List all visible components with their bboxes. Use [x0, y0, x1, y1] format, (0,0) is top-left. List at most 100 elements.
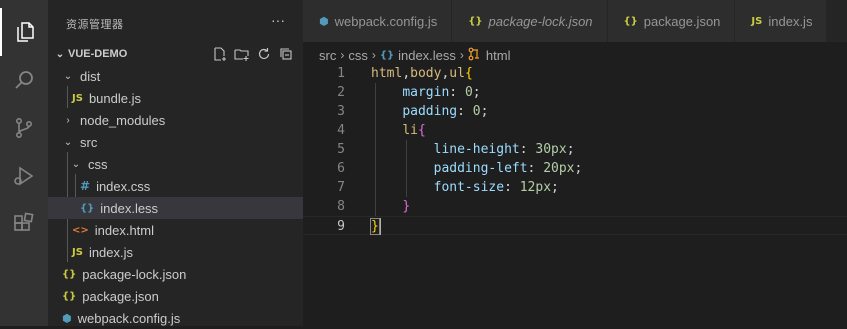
project-name: VUE-DEMO: [68, 48, 128, 60]
tree-item-src[interactable]: ⌄ src: [48, 131, 317, 153]
new-folder-icon[interactable]: [233, 45, 251, 63]
activity-bar: [0, 0, 48, 326]
tree-item-label: src: [80, 134, 98, 150]
breadcrumb-item[interactable]: html: [486, 48, 511, 63]
code-token: 0: [472, 104, 481, 119]
tree-item-label: index.html: [94, 222, 155, 238]
code-text: margin: 0;: [371, 83, 481, 102]
tab-package-json[interactable]: {} package.json: [607, 0, 736, 42]
code-line[interactable]: 8 }: [303, 197, 847, 216]
js-file-icon: JS: [751, 15, 763, 27]
code-text: font-size: 12px;: [371, 178, 559, 197]
tree-item-index-js[interactable]: JS index.js: [48, 241, 327, 263]
tree-item-label: webpack.config.js: [77, 310, 181, 326]
code-line[interactable]: 5 line-height: 30px;: [303, 140, 847, 159]
code-line[interactable]: 9}: [303, 216, 847, 235]
json-file-icon: {}: [62, 290, 77, 302]
code-token: }: [402, 199, 411, 214]
refresh-icon[interactable]: [255, 45, 273, 63]
code-token: :: [504, 180, 520, 195]
line-number: 1: [337, 66, 345, 81]
tree-item-label: package-lock.json: [82, 266, 187, 282]
code-line[interactable]: 7 font-size: 12px;: [303, 178, 847, 197]
project-header[interactable]: ⌄ VUE-DEMO: [48, 43, 303, 65]
tree-item-index-less[interactable]: {} index.less: [48, 197, 335, 219]
less-file-icon: {}: [80, 202, 95, 214]
tree-item-label: node_modules: [80, 112, 166, 128]
project-actions: [211, 43, 295, 65]
tab-webpack-config-js[interactable]: ⬢ webpack.config.js: [303, 0, 453, 42]
tab-label: index.js: [768, 13, 813, 29]
json-file-icon: {}: [468, 15, 483, 27]
explorer-sidebar: 资源管理器 ··· ⌄ VUE-DEMO ⌄ dist JS bundle.js: [48, 0, 335, 326]
tree-item-label: bundle.js: [88, 90, 141, 106]
code-token: margin: [402, 85, 450, 100]
code-token: padding-left: [433, 161, 528, 176]
tab-label: package.json: [643, 13, 721, 29]
indent-guide: [375, 83, 376, 216]
code-text: li{: [371, 121, 425, 140]
code-token: ;: [574, 161, 583, 176]
code-text: }: [370, 217, 381, 236]
more-actions-icon[interactable]: ···: [271, 12, 285, 28]
code-line[interactable]: 4 li{: [303, 121, 847, 140]
breadcrumb-item[interactable]: src: [319, 48, 336, 63]
tree-item-index-html[interactable]: <> index.html: [48, 219, 327, 241]
chevron-right-icon: ›: [371, 48, 376, 62]
tree-item-dist[interactable]: ⌄ dist: [48, 65, 317, 87]
code-token: html: [371, 66, 403, 81]
code-token: {: [464, 66, 473, 81]
tree-item-css[interactable]: ⌄ css: [48, 153, 325, 175]
code-token: ul: [449, 66, 465, 81]
html-file-icon: <>: [72, 224, 89, 236]
code-line[interactable]: 2 margin: 0;: [303, 83, 847, 102]
tree-item-label: index.css: [96, 178, 151, 194]
collapse-all-icon[interactable]: [277, 45, 295, 63]
code-token: 0: [464, 85, 473, 100]
chevron-right-icon: ›: [340, 48, 345, 62]
tree-item-package-lock-json[interactable]: {} package-lock.json: [48, 263, 317, 285]
breadcrumb-item[interactable]: index.less: [398, 48, 456, 63]
code-text: html,body,ul{: [371, 64, 473, 83]
tree-item-label: css: [88, 156, 108, 172]
breadcrumb-item[interactable]: css: [348, 48, 368, 63]
tab-index-js[interactable]: JS index.js: [735, 0, 828, 42]
text-cursor: [378, 218, 381, 235]
js-file-icon: JS: [72, 246, 83, 258]
tree-item-node-modules[interactable]: › node_modules: [48, 109, 317, 131]
line-number: 7: [337, 180, 345, 195]
code-token: padding: [402, 104, 458, 119]
tree-item-package-json[interactable]: {} package.json: [48, 285, 317, 307]
line-number: 2: [337, 85, 345, 100]
code-token: ;: [480, 104, 489, 119]
source-control-icon[interactable]: [0, 104, 48, 152]
extensions-icon[interactable]: [0, 200, 48, 248]
search-icon[interactable]: [0, 56, 48, 104]
explorer-icon[interactable]: [0, 8, 48, 56]
chevron-down-icon: ⌄: [63, 70, 73, 82]
explorer-title: 资源管理器: [66, 19, 124, 31]
run-debug-icon[interactable]: [0, 152, 48, 200]
line-number: 9: [337, 219, 345, 234]
less-file-icon: {}: [379, 49, 395, 61]
chevron-down-icon: ⌄: [71, 158, 81, 170]
code-token: }: [370, 218, 380, 235]
code-text: padding-left: 20px;: [371, 159, 583, 178]
chevron-down-icon: ⌄: [55, 48, 65, 60]
editor-tabs: ⬢ webpack.config.js {} package-lock.json…: [303, 0, 847, 42]
json-file-icon: {}: [623, 15, 638, 27]
code-line[interactable]: 6 padding-left: 20px;: [303, 159, 847, 178]
code-text: padding: 0;: [371, 102, 488, 121]
line-number: 5: [337, 142, 345, 157]
new-file-icon[interactable]: [211, 45, 229, 63]
code-line[interactable]: 1 html,body,ul{: [303, 64, 847, 83]
code-token: ;: [472, 85, 481, 100]
js-file-icon: JS: [72, 92, 83, 104]
tree-item-index-css[interactable]: # index.css: [48, 175, 335, 197]
tree-item-bundle-js[interactable]: JS bundle.js: [48, 87, 327, 109]
code-token: :: [527, 161, 544, 176]
code-token: li: [402, 123, 418, 138]
code-line[interactable]: 3 padding: 0;: [303, 102, 847, 121]
tab-package-lock-json[interactable]: {} package-lock.json: [452, 0, 608, 42]
